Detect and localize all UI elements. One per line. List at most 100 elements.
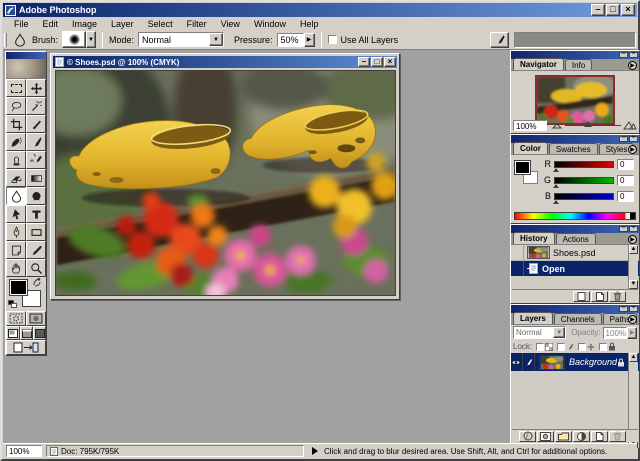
color-fg-swatch[interactable]	[515, 161, 530, 174]
standard-screen-icon[interactable]	[6, 326, 20, 340]
history-scroll-up-icon[interactable]: ▲	[629, 245, 638, 254]
pressure-spinner-icon[interactable]: ▶	[304, 33, 315, 47]
layers-menu-icon[interactable]: ▶	[628, 315, 637, 324]
history-snapshot-row[interactable]: Shoes.psd	[511, 245, 639, 261]
lasso-tool-icon[interactable]	[6, 97, 26, 115]
delete-state-button[interactable]	[609, 291, 626, 302]
path-select-tool-icon[interactable]	[6, 205, 26, 223]
g-channel-slider[interactable]	[554, 177, 614, 184]
menu-layer[interactable]: Layer	[104, 18, 141, 30]
delete-layer-button[interactable]	[609, 431, 626, 442]
tab-swatches[interactable]: Swatches	[549, 143, 598, 154]
r-slider-thumb-icon[interactable]	[553, 168, 559, 172]
menu-window[interactable]: Window	[247, 18, 293, 30]
quickmask-mode-icon[interactable]	[26, 311, 46, 326]
zoom-in-icon[interactable]	[623, 120, 637, 130]
clone-stamp-tool-icon[interactable]	[6, 151, 26, 169]
brush-dropdown-icon[interactable]: ▼	[86, 31, 96, 48]
color-spectrum-ramp[interactable]	[514, 212, 636, 220]
layers-scroll-up-icon[interactable]: ▲	[629, 353, 638, 362]
layers-minimize-icon[interactable]: –	[619, 306, 628, 312]
layer-active-cell[interactable]	[523, 353, 535, 371]
palette-well[interactable]	[514, 32, 636, 48]
menu-select[interactable]: Select	[141, 18, 180, 30]
default-colors-icon[interactable]	[8, 300, 17, 308]
image-canvas[interactable]	[55, 70, 396, 296]
blend-mode-select[interactable]: Normal ▼	[513, 326, 566, 339]
menu-filter[interactable]: Filter	[180, 18, 214, 30]
lock-position-checkbox[interactable]	[578, 343, 586, 351]
navigator-zoom-slider[interactable]	[565, 125, 621, 126]
new-adjustment-layer-button[interactable]	[573, 431, 590, 442]
new-layer-set-button[interactable]	[555, 431, 572, 442]
color-close-icon[interactable]: ×	[629, 136, 638, 142]
layer-style-button[interactable]: f	[519, 431, 536, 442]
mode-dropdown-icon[interactable]: ▼	[209, 33, 223, 46]
swap-colors-icon[interactable]	[32, 278, 44, 288]
burn-tool-icon[interactable]	[26, 187, 46, 205]
notes-tool-icon[interactable]	[6, 241, 26, 259]
layer-visibility-cell[interactable]	[511, 353, 523, 371]
status-doc-panel[interactable]: Doc: 795K/795K	[46, 445, 304, 457]
history-brush-tool-icon[interactable]	[26, 151, 46, 169]
opacity-input[interactable]: 100%	[603, 327, 628, 339]
tab-actions[interactable]: Actions	[556, 233, 596, 244]
crop-tool-icon[interactable]	[6, 115, 26, 133]
menu-view[interactable]: View	[214, 18, 247, 30]
color-menu-icon[interactable]: ▶	[628, 145, 637, 154]
new-document-from-state-button[interactable]	[573, 291, 590, 302]
tab-navigator[interactable]: Navigator	[513, 58, 564, 70]
zoom-out-icon[interactable]	[551, 121, 563, 129]
foreground-color-swatch[interactable]	[10, 280, 27, 295]
lock-transparency-checkbox[interactable]	[536, 343, 544, 351]
status-zoom-input[interactable]: 100%	[6, 445, 42, 457]
eyedropper-tool-icon[interactable]	[26, 241, 46, 259]
status-menu-arrow-icon[interactable]	[312, 447, 318, 455]
tab-history[interactable]: History	[513, 232, 555, 244]
menu-edit[interactable]: Edit	[36, 18, 66, 30]
toolbox-eye-banner[interactable]	[6, 59, 46, 79]
fullscreen-icon[interactable]	[33, 326, 46, 340]
r-channel-slider[interactable]	[554, 161, 614, 168]
brush-dynamics-button[interactable]	[490, 32, 509, 48]
history-scroll-down-icon[interactable]: ▼	[629, 280, 638, 289]
paintbrush-tool-icon[interactable]	[26, 133, 46, 151]
minimize-icon[interactable]: –	[591, 4, 605, 16]
toolbox-titlebar[interactable]	[6, 52, 46, 59]
menu-help[interactable]: Help	[293, 18, 326, 30]
type-tool-icon[interactable]	[26, 205, 46, 223]
options-grip[interactable]	[4, 33, 7, 47]
pressure-input[interactable]: 50%	[277, 33, 304, 47]
history-scrollbar[interactable]: ▲ ▼	[628, 245, 638, 289]
menu-image[interactable]: Image	[65, 18, 104, 30]
rectangle-tool-icon[interactable]	[26, 223, 46, 241]
marquee-tool-icon[interactable]	[6, 79, 26, 97]
layer-row-background[interactable]: Background	[511, 353, 639, 371]
navigator-minimize-icon[interactable]: –	[619, 52, 628, 58]
blend-dropdown-icon[interactable]: ▼	[553, 327, 565, 338]
tab-layers[interactable]: Layers	[513, 312, 553, 324]
hand-tool-icon[interactable]	[6, 259, 26, 277]
eraser-tool-icon[interactable]	[6, 169, 26, 187]
mode-select[interactable]: Normal ▼	[138, 32, 224, 47]
menu-file[interactable]: File	[7, 18, 36, 30]
blur-tool-icon[interactable]	[6, 187, 26, 205]
new-layer-button[interactable]	[591, 431, 608, 442]
b-value-input[interactable]: 0	[617, 191, 634, 202]
doc-maximize-icon[interactable]: □	[371, 57, 383, 67]
g-value-input[interactable]: 0	[617, 175, 634, 186]
slider-thumb-icon[interactable]	[584, 121, 592, 127]
pen-tool-icon[interactable]	[6, 223, 26, 241]
tab-channels[interactable]: Channels	[554, 313, 602, 324]
close-icon[interactable]: ×	[621, 4, 635, 16]
new-snapshot-button[interactable]	[591, 291, 608, 302]
b-channel-slider[interactable]	[554, 193, 614, 200]
r-value-input[interactable]: 0	[617, 159, 634, 170]
b-slider-thumb-icon[interactable]	[553, 200, 559, 204]
history-minimize-icon[interactable]: –	[619, 226, 628, 232]
navigator-zoom-input[interactable]: 100%	[513, 120, 547, 131]
tab-color[interactable]: Color	[513, 142, 548, 154]
history-close-icon[interactable]: ×	[629, 226, 638, 232]
history-menu-icon[interactable]: ▶	[628, 235, 637, 244]
lock-image-checkbox[interactable]	[557, 343, 565, 351]
